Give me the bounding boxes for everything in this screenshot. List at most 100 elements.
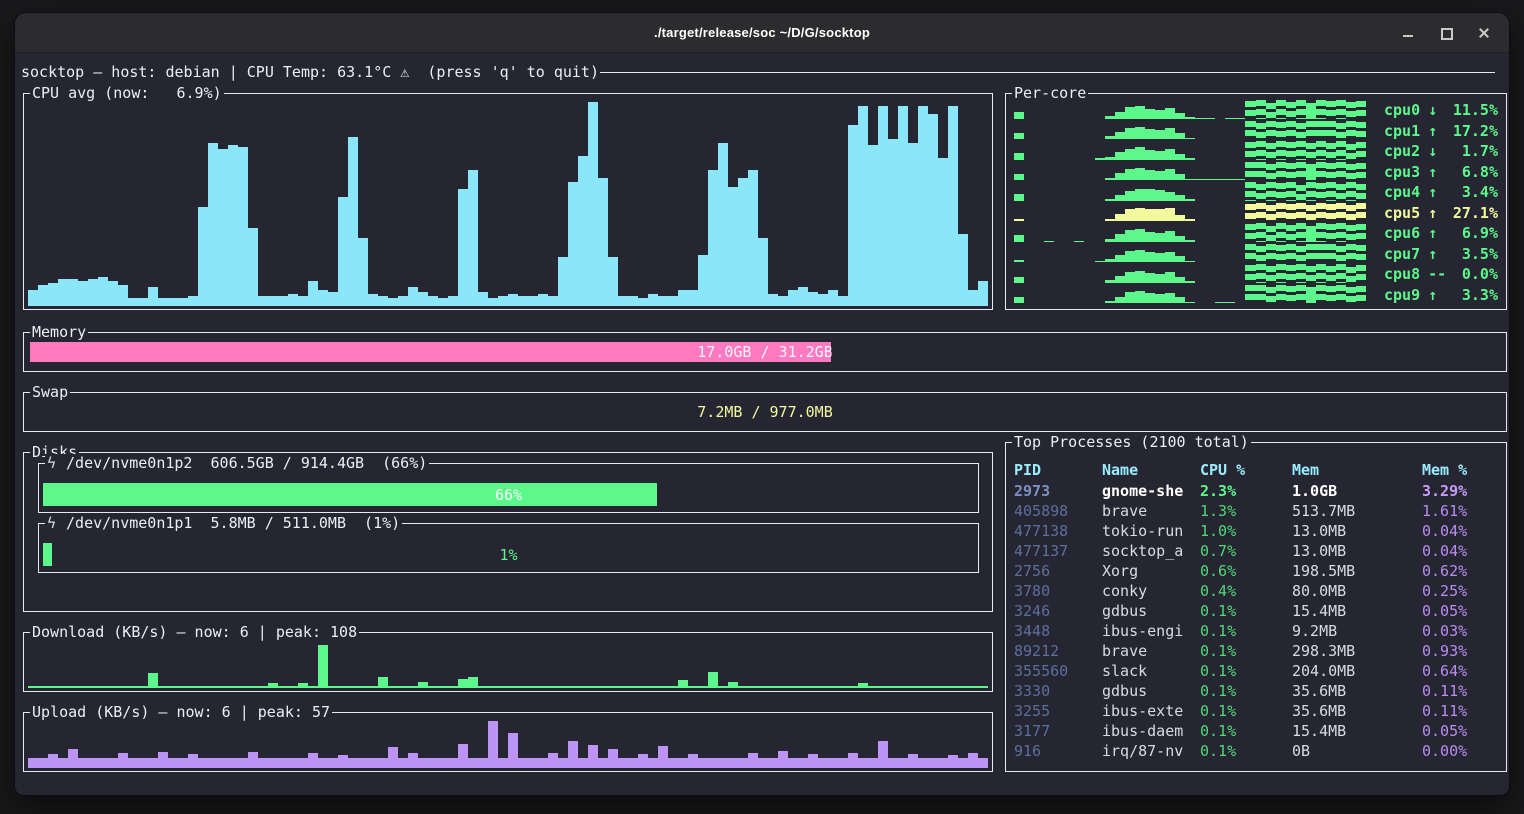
memory-gauge: 17.0GB / 31.2GB 17.0GB / 31.2GB [30, 342, 1500, 362]
chart-bar [1245, 182, 1255, 201]
window-titlebar[interactable]: ./target/release/soc ~/D/G/socktop [15, 13, 1509, 53]
chart-bar [1115, 234, 1125, 241]
terminal-window: ./target/release/soc ~/D/G/socktop sockt… [14, 12, 1510, 796]
process-row: 3255ibus-exte0.1%35.6MB0.11% [1014, 701, 1500, 721]
chart-bar [128, 298, 138, 306]
chart-bar [1266, 103, 1276, 119]
chart-bar [218, 686, 228, 688]
chart-bar [428, 758, 438, 768]
chart-bar [238, 758, 248, 768]
chart-bar [1326, 204, 1336, 221]
chart-bar [978, 758, 988, 768]
chart-bar [348, 137, 358, 306]
close-icon[interactable] [1477, 26, 1491, 40]
chart-bar [98, 758, 108, 768]
chart-bar [98, 277, 108, 306]
chart-bar [508, 686, 518, 688]
chart-bar [158, 686, 168, 688]
disk-1-title: /dev/nvme0n1p1 5.8MB / 511.0MB (1%) [66, 514, 400, 533]
chart-bar [1074, 241, 1084, 242]
chart-bar [1135, 127, 1145, 139]
chart-bar [908, 686, 918, 688]
chart-bar [1105, 259, 1115, 262]
minimize-icon[interactable] [1401, 26, 1415, 40]
chart-bar [148, 758, 158, 768]
cpu0-trend-icon: ↓ [1428, 101, 1437, 119]
cpu1-trend-icon: ↑ [1428, 122, 1437, 140]
chart-bar [738, 686, 748, 688]
cpu6-sparkline [1014, 223, 1376, 244]
chart-bar [798, 758, 808, 768]
chart-bar [918, 758, 928, 768]
maximize-icon[interactable] [1439, 26, 1453, 40]
chart-bar [1185, 261, 1195, 262]
chart-bar [1205, 179, 1215, 180]
chart-bar [658, 296, 668, 306]
chart-bar [1155, 171, 1165, 180]
chart-bar [548, 753, 558, 768]
terminal-content[interactable]: socktop — host: debian | CPU Temp: 63.1°… [15, 53, 1509, 795]
chart-bar [1356, 245, 1366, 262]
chart-bar [288, 294, 298, 306]
chart-bar [368, 686, 378, 688]
swap-gauge: 7.2MB / 977.0MB 7.2MB / 977.0MB [30, 402, 1500, 422]
chart-bar [928, 686, 938, 688]
chart-bar [1125, 169, 1135, 180]
chart-bar [558, 758, 568, 768]
chart-bar [1175, 256, 1185, 262]
core-row-cpu1: cpu1↑17.2% [1014, 121, 1500, 142]
chart-bar [1014, 297, 1024, 303]
chart-bar [568, 182, 578, 306]
chart-bar [668, 296, 678, 306]
chart-bar [1105, 219, 1115, 221]
chart-bar [1225, 302, 1235, 303]
chart-bar [1256, 141, 1266, 160]
chart-bar [158, 298, 168, 306]
chart-bar [788, 758, 798, 768]
chart-bar [1256, 162, 1266, 181]
chart-bar [1105, 178, 1115, 180]
chart-bar [448, 686, 458, 688]
chart-bar [168, 298, 178, 306]
chart-bar [1356, 142, 1366, 160]
chart-bar [608, 257, 618, 306]
chart-bar [108, 758, 118, 768]
chart-bar [1115, 195, 1125, 201]
chart-bar [1356, 101, 1366, 118]
chart-bar [1155, 130, 1165, 139]
chart-bar [688, 686, 698, 688]
cpu7-label: cpu7↑3.5% [1376, 244, 1500, 265]
chart-bar [1286, 163, 1296, 180]
chart-bar [728, 682, 738, 688]
chart-bar [1276, 183, 1286, 200]
cpu-avg-chart [28, 100, 988, 306]
chart-bar [1296, 100, 1306, 119]
chart-bar [328, 292, 338, 306]
chart-bar [578, 758, 588, 768]
chart-bar [1276, 141, 1286, 160]
chart-bar [218, 758, 228, 768]
chart-bar [438, 758, 448, 768]
chart-bar [1125, 292, 1135, 303]
chart-bar [1276, 100, 1286, 119]
chart-bar [938, 158, 948, 306]
chart-bar [378, 677, 388, 688]
chart-bar [768, 294, 778, 306]
cpu-avg-panel: CPU avg (now: 6.9%) [23, 93, 993, 310]
chart-bar [608, 686, 618, 688]
chart-bar [1346, 205, 1356, 221]
chart-bar [168, 758, 178, 768]
chart-bar [38, 285, 48, 306]
chart-bar [278, 296, 288, 306]
chart-bar [188, 754, 198, 768]
chart-bar [858, 683, 868, 688]
chart-bar [858, 106, 868, 306]
chart-bar [238, 686, 248, 688]
download-panel: Download (KB/s) — now: 6 | peak: 108 [23, 632, 993, 692]
chart-bar [438, 686, 448, 688]
chart-bar [1185, 281, 1195, 282]
chart-bar [1266, 226, 1276, 242]
chart-bar [808, 686, 818, 688]
chart-bar [568, 686, 578, 688]
chart-bar [448, 296, 458, 306]
